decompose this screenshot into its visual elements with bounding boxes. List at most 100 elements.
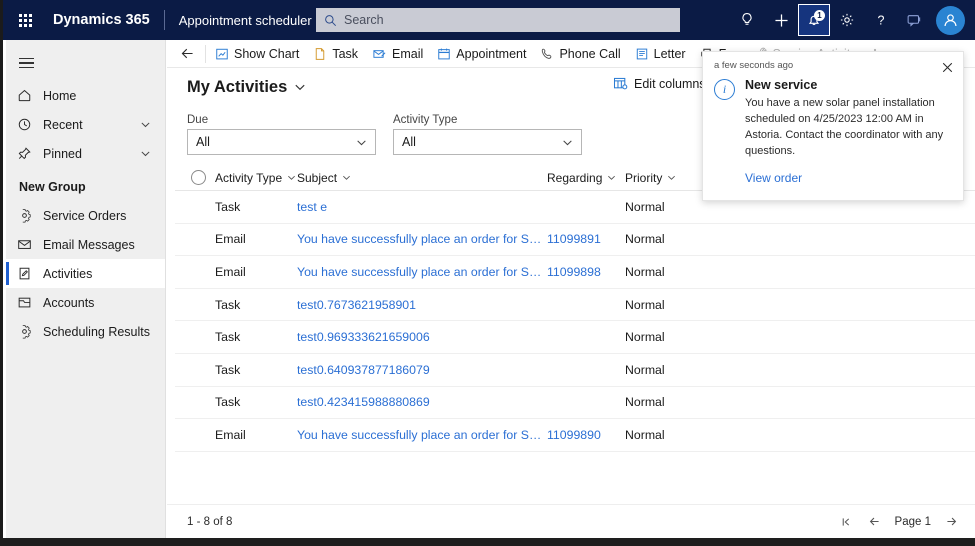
gear-icon[interactable] bbox=[830, 4, 864, 36]
grid-footer: 1 - 8 of 8 Page 1 bbox=[167, 504, 975, 538]
svg-text:?: ? bbox=[878, 13, 885, 27]
info-icon: i bbox=[714, 79, 735, 100]
sidebar-item-label: Email Messages bbox=[43, 238, 135, 252]
sidebar-item-activities[interactable]: Activities bbox=[6, 259, 165, 288]
table-row[interactable]: Email You have successfully place an ord… bbox=[175, 256, 975, 289]
cell-activity-type: Email bbox=[215, 232, 297, 246]
envelope-icon bbox=[17, 237, 39, 252]
user-avatar[interactable] bbox=[936, 6, 965, 35]
show-chart-button[interactable]: Show Chart bbox=[208, 41, 306, 67]
next-page-icon[interactable] bbox=[943, 514, 959, 530]
activity-type-filter-select[interactable]: All bbox=[393, 129, 582, 155]
chevron-down-icon[interactable] bbox=[294, 81, 306, 93]
column-header-regarding[interactable]: Regarding bbox=[547, 171, 625, 185]
chart-icon bbox=[215, 47, 229, 61]
column-header-priority[interactable]: Priority bbox=[625, 171, 709, 185]
page-number-label: Page 1 bbox=[895, 516, 931, 528]
folder-icon bbox=[17, 295, 39, 310]
home-icon bbox=[17, 88, 39, 103]
cell-subject[interactable]: test0.640937877186079 bbox=[297, 363, 547, 377]
command-label: Letter bbox=[654, 47, 686, 61]
email-button[interactable]: Email bbox=[365, 41, 430, 67]
left-sidebar: Home Recent bbox=[6, 40, 166, 538]
cell-subject[interactable]: test e bbox=[297, 200, 547, 214]
letter-button[interactable]: Letter bbox=[628, 41, 693, 67]
cell-regarding[interactable]: 11099898 bbox=[547, 265, 625, 279]
cell-subject[interactable]: You have successfully place an order for… bbox=[297, 265, 547, 279]
close-icon[interactable] bbox=[938, 58, 956, 76]
table-row[interactable]: Email You have successfully place an ord… bbox=[175, 419, 975, 452]
cell-priority: Normal bbox=[625, 330, 709, 344]
info-glyph: i bbox=[723, 82, 726, 97]
command-label: Appointment bbox=[456, 47, 526, 61]
column-label: Subject bbox=[297, 171, 337, 185]
sidebar-item-label: Scheduling Results bbox=[43, 325, 150, 339]
search-input[interactable] bbox=[344, 13, 644, 27]
app-launcher-icon[interactable] bbox=[3, 0, 47, 40]
table-row[interactable]: Task test0.969333621659006 Normal bbox=[175, 321, 975, 354]
clipboard-icon bbox=[17, 266, 39, 281]
cell-subject[interactable]: You have successfully place an order for… bbox=[297, 232, 547, 246]
filter-label: Activity Type bbox=[393, 114, 582, 126]
table-row[interactable]: Task test0.423415988880869 Normal bbox=[175, 387, 975, 420]
plus-icon[interactable] bbox=[764, 4, 798, 36]
due-filter: Due All bbox=[187, 114, 376, 155]
notification-bell-icon[interactable]: 1 bbox=[798, 4, 830, 36]
cell-priority: Normal bbox=[625, 232, 709, 246]
chat-icon[interactable] bbox=[898, 4, 932, 36]
avatar-person-icon bbox=[942, 12, 959, 29]
table-row[interactable]: Task test0.7673621958901 Normal bbox=[175, 289, 975, 322]
sidebar-item-service-orders[interactable]: Service Orders bbox=[6, 201, 165, 230]
cell-activity-type: Task bbox=[215, 200, 297, 214]
chevron-down-icon[interactable] bbox=[140, 119, 151, 130]
cell-priority: Normal bbox=[625, 298, 709, 312]
chevron-down-icon[interactable] bbox=[140, 148, 151, 159]
due-filter-select[interactable]: All bbox=[187, 129, 376, 155]
sidebar-collapse-icon[interactable] bbox=[6, 45, 46, 81]
cell-subject[interactable]: test0.423415988880869 bbox=[297, 395, 547, 409]
sidebar-item-home[interactable]: Home bbox=[6, 81, 165, 110]
sidebar-item-email-messages[interactable]: Email Messages bbox=[6, 230, 165, 259]
search-icon bbox=[324, 14, 337, 27]
column-header-subject[interactable]: Subject bbox=[297, 171, 547, 185]
table-row[interactable]: Email You have successfully place an ord… bbox=[175, 224, 975, 257]
column-header-activity-type[interactable]: Activity Type bbox=[215, 171, 297, 185]
edit-columns-button[interactable]: Edit columns bbox=[613, 76, 706, 91]
help-question-icon[interactable]: ? bbox=[864, 4, 898, 36]
column-label: Activity Type bbox=[215, 171, 282, 185]
gear-outline-icon bbox=[17, 324, 39, 339]
back-arrow-icon[interactable] bbox=[173, 41, 201, 67]
calendar-icon bbox=[437, 47, 451, 61]
top-bar-actions: 1 ? bbox=[730, 0, 971, 40]
global-search[interactable] bbox=[316, 8, 680, 32]
command-label: Show Chart bbox=[234, 47, 299, 61]
appointment-button[interactable]: Appointment bbox=[430, 41, 533, 67]
notification-title: New service bbox=[745, 78, 952, 92]
gear-outline-icon bbox=[17, 208, 39, 223]
activity-type-filter: Activity Type All bbox=[393, 114, 582, 155]
select-all-checkbox[interactable] bbox=[191, 170, 206, 185]
first-page-icon[interactable] bbox=[839, 514, 855, 530]
cell-regarding[interactable]: 11099890 bbox=[547, 428, 625, 442]
sidebar-item-accounts[interactable]: Accounts bbox=[6, 288, 165, 317]
lightbulb-icon[interactable] bbox=[730, 4, 764, 36]
cell-priority: Normal bbox=[625, 428, 709, 442]
sidebar-item-label: Accounts bbox=[43, 296, 94, 310]
task-button[interactable]: Task bbox=[306, 41, 365, 67]
cell-subject[interactable]: test0.969333621659006 bbox=[297, 330, 547, 344]
sidebar-item-label: Home bbox=[43, 89, 76, 103]
table-row[interactable]: Task test0.640937877186079 Normal bbox=[175, 354, 975, 387]
sidebar-item-label: Service Orders bbox=[43, 209, 126, 223]
sidebar-item-recent[interactable]: Recent bbox=[6, 110, 165, 139]
phone-call-button[interactable]: Phone Call bbox=[533, 41, 627, 67]
cell-subject[interactable]: You have successfully place an order for… bbox=[297, 428, 547, 442]
notification-body: i New service You have a new solar panel… bbox=[714, 78, 952, 187]
cell-regarding[interactable]: 11099891 bbox=[547, 232, 625, 246]
view-order-link[interactable]: View order bbox=[745, 171, 802, 185]
cell-activity-type: Task bbox=[215, 330, 297, 344]
previous-page-icon[interactable] bbox=[867, 514, 883, 530]
cell-subject[interactable]: test0.7673621958901 bbox=[297, 298, 547, 312]
sidebar-item-pinned[interactable]: Pinned bbox=[6, 139, 165, 168]
edit-columns-label: Edit columns bbox=[634, 77, 706, 91]
sidebar-item-scheduling-results[interactable]: Scheduling Results bbox=[6, 317, 165, 346]
